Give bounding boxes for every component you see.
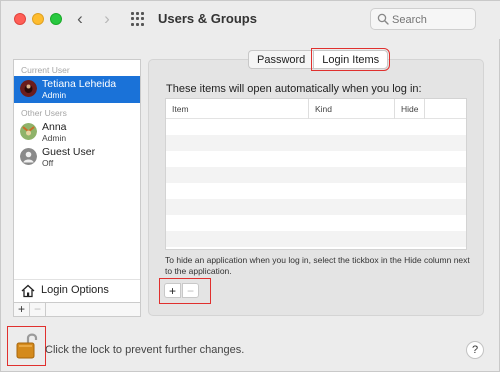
current-user-label: Current User xyxy=(21,65,70,75)
login-options-label: Login Options xyxy=(41,284,109,296)
search-input[interactable] xyxy=(392,12,472,27)
table-row[interactable] xyxy=(166,231,466,247)
help-button[interactable]: ? xyxy=(466,341,484,359)
grid-icon[interactable] xyxy=(131,12,145,26)
user-name: Anna xyxy=(42,121,67,133)
title-bar: ‹ › Users & Groups xyxy=(1,1,500,39)
lock-button[interactable] xyxy=(7,326,46,366)
table-row[interactable] xyxy=(166,215,466,231)
remove-user-button[interactable]: − xyxy=(30,303,46,316)
table-row[interactable] xyxy=(166,183,466,199)
tab-login-items[interactable]: Login Items xyxy=(311,48,391,71)
window-title: Users & Groups xyxy=(158,11,257,26)
chevron-left-icon[interactable]: ‹ xyxy=(69,8,91,30)
user-item-guest[interactable]: Guest User Off xyxy=(14,144,140,171)
lock-status-text: Click the lock to prevent further change… xyxy=(45,344,245,356)
add-remove-controls: + − xyxy=(159,278,211,304)
add-user-button[interactable]: + xyxy=(14,303,30,316)
user-role: Admin xyxy=(42,90,67,100)
user-role: Off xyxy=(42,158,54,168)
tab-bar: Password Login Items xyxy=(248,48,391,71)
avatar xyxy=(20,148,37,165)
house-icon xyxy=(21,284,35,298)
sidebar-toolbar: + − xyxy=(14,302,140,316)
other-users-label: Other Users xyxy=(21,108,67,118)
chevron-right-icon[interactable]: › xyxy=(96,8,118,30)
hide-hint-text: To hide an application when you log in, … xyxy=(165,255,470,276)
search-field[interactable] xyxy=(370,8,476,30)
user-name: Guest User xyxy=(42,146,96,158)
unlocked-lock-icon xyxy=(16,333,38,359)
remove-login-item-button[interactable]: − xyxy=(182,283,199,298)
column-header-kind[interactable]: Kind xyxy=(309,99,395,119)
users-sidebar: Current User Tetiana Leheida Admin Other… xyxy=(13,59,141,317)
avatar xyxy=(20,80,37,97)
column-header-item[interactable]: Item xyxy=(166,99,309,119)
user-role: Admin xyxy=(42,133,67,143)
zoom-window-button[interactable] xyxy=(50,13,62,25)
tab-password[interactable]: Password xyxy=(248,50,314,69)
table-row[interactable] xyxy=(166,199,466,215)
table-row[interactable] xyxy=(166,119,466,135)
users-groups-window: ‹ › Users & Groups Current User Tetiana … xyxy=(0,0,500,372)
search-icon xyxy=(377,13,389,25)
table-row[interactable] xyxy=(166,167,466,183)
add-login-item-button[interactable]: + xyxy=(164,283,181,298)
login-items-table[interactable]: Item Kind Hide xyxy=(165,98,467,250)
user-item-anna[interactable]: Anna Admin xyxy=(14,119,140,146)
avatar xyxy=(20,123,37,140)
table-row[interactable] xyxy=(166,151,466,167)
column-header-hide[interactable]: Hide xyxy=(395,99,425,119)
login-options-item[interactable]: Login Options xyxy=(14,279,140,301)
close-window-button[interactable] xyxy=(14,13,26,25)
table-row[interactable] xyxy=(166,135,466,151)
user-item-tetiana[interactable]: Tetiana Leheida Admin xyxy=(14,76,140,103)
login-items-heading: These items will open automatically when… xyxy=(166,83,422,95)
user-name: Tetiana Leheida xyxy=(42,78,117,90)
minimize-window-button[interactable] xyxy=(32,13,44,25)
